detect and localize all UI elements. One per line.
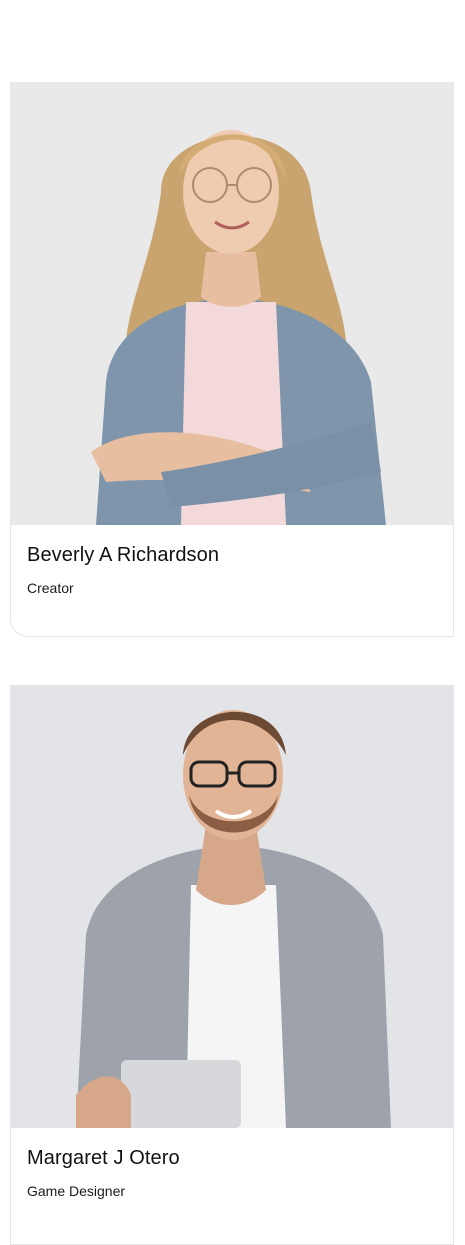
team-member-info: Margaret J Otero Game Designer bbox=[11, 1128, 453, 1200]
team-member-photo bbox=[11, 82, 453, 525]
team-member-info: Beverly A Richardson Creator bbox=[11, 525, 453, 597]
team-member-photo bbox=[11, 685, 453, 1128]
woman-portrait-image bbox=[11, 82, 453, 525]
team-member-card[interactable]: Beverly A Richardson Creator bbox=[10, 82, 454, 637]
team-member-role: Game Designer bbox=[27, 1183, 126, 1199]
man-portrait-image bbox=[11, 685, 453, 1128]
team-member-card[interactable]: Margaret J Otero Game Designer bbox=[10, 685, 454, 1245]
team-member-role: Creator bbox=[27, 580, 74, 596]
team-member-name[interactable]: Beverly A Richardson bbox=[27, 543, 437, 567]
team-members-list: Beverly A Richardson Creator Margaret J … bbox=[0, 0, 465, 1245]
team-member-name[interactable]: Margaret J Otero bbox=[27, 1146, 437, 1170]
